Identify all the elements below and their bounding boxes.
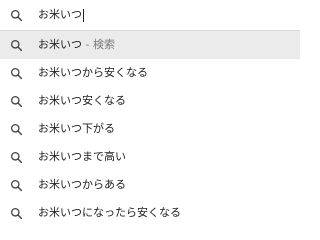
search-input[interactable]: お米いつ bbox=[38, 8, 84, 22]
suggestion-text: お米いつから安くなる bbox=[38, 66, 148, 79]
suggestion-item[interactable]: お米いつから安くなる bbox=[0, 59, 300, 87]
suggestion-text: お米いつ安くなる bbox=[38, 94, 126, 107]
search-box[interactable]: お米いつ bbox=[0, 0, 300, 31]
text-caret bbox=[83, 8, 84, 22]
suggestion-item-search[interactable]: お米いつ - 検索 bbox=[0, 31, 300, 59]
suggestion-text: お米いつになったら安くなる bbox=[38, 206, 181, 219]
suggestion-suffix: - 検索 bbox=[82, 38, 115, 51]
search-icon bbox=[8, 177, 24, 193]
suggestion-label: お米いつ - 検索 bbox=[38, 38, 115, 52]
suggestion-item[interactable]: お米いつ安くなる bbox=[0, 87, 300, 115]
suggestion-item[interactable]: お米いつになったら安くなる bbox=[0, 199, 300, 227]
search-icon bbox=[8, 149, 24, 165]
suggestion-text: お米いつからある bbox=[38, 178, 126, 191]
search-icon bbox=[8, 121, 24, 137]
search-icon bbox=[8, 65, 24, 81]
search-icon bbox=[8, 7, 24, 23]
search-icon bbox=[8, 205, 24, 221]
suggestion-item[interactable]: お米いつまで高い bbox=[0, 143, 300, 171]
search-query-text: お米いつ bbox=[38, 8, 82, 21]
suggestion-text: お米いつ bbox=[38, 38, 82, 51]
suggestion-item[interactable]: お米いつ下がる bbox=[0, 115, 300, 143]
suggestion-list: お米いつ - 検索 お米いつから安くなる お米いつ安くなる お米いつ下がる お米… bbox=[0, 31, 300, 227]
suggestion-text: お米いつ下がる bbox=[38, 122, 115, 135]
search-icon bbox=[8, 93, 24, 109]
search-icon bbox=[8, 37, 24, 53]
suggestion-item[interactable]: お米いつからある bbox=[0, 171, 300, 199]
suggestion-text: お米いつまで高い bbox=[38, 150, 126, 163]
